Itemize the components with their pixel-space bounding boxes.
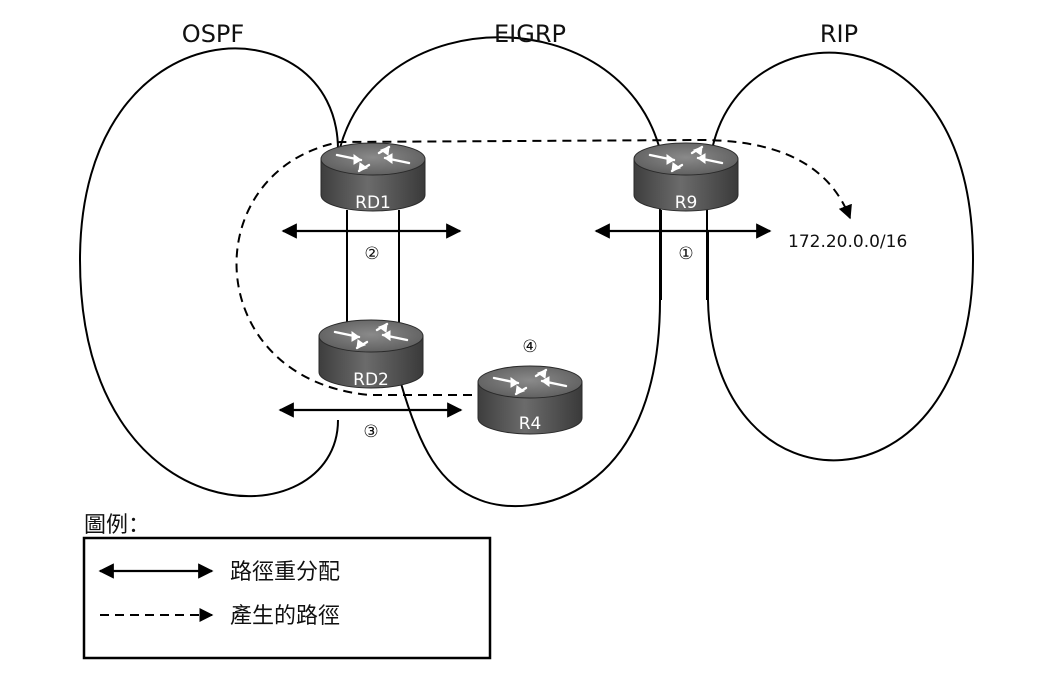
legend-title: 圖例：	[84, 513, 150, 538]
router-rd1: RD1	[319, 141, 427, 213]
router-r4: R4	[476, 364, 584, 436]
router-r4-label: R4	[519, 414, 542, 434]
ospf-domain-title: OSPF	[182, 20, 244, 48]
router-r9: R9	[632, 141, 740, 213]
step-marker-3: ③	[363, 422, 378, 442]
router-rd1-label: RD1	[355, 193, 391, 213]
legend-resulting-route-label: 產生的路徑	[230, 604, 340, 629]
legend-redistribution-label: 路徑重分配	[230, 560, 340, 585]
router-rd2: RD2	[317, 318, 425, 390]
eigrp-domain-title: EIGRP	[494, 20, 566, 48]
destination-prefix: 172.20.0.0/16	[788, 232, 907, 252]
rip-domain-outline	[707, 51, 975, 462]
router-r9-label: R9	[675, 193, 698, 213]
legend-box	[82, 536, 492, 660]
redistribution-diagram: RD1 RD2 R4 R9 OSPF EIGRP RIP ① ② ③ ④ 172…	[79, 20, 975, 660]
ospf-domain-outline	[79, 47, 339, 498]
step-marker-4: ④	[522, 337, 537, 357]
step-marker-2: ②	[364, 244, 379, 264]
eigrp-domain-outline	[339, 36, 661, 508]
step-marker-1: ①	[678, 244, 693, 264]
router-rd2-label: RD2	[353, 370, 389, 390]
rip-domain-title: RIP	[820, 20, 858, 48]
